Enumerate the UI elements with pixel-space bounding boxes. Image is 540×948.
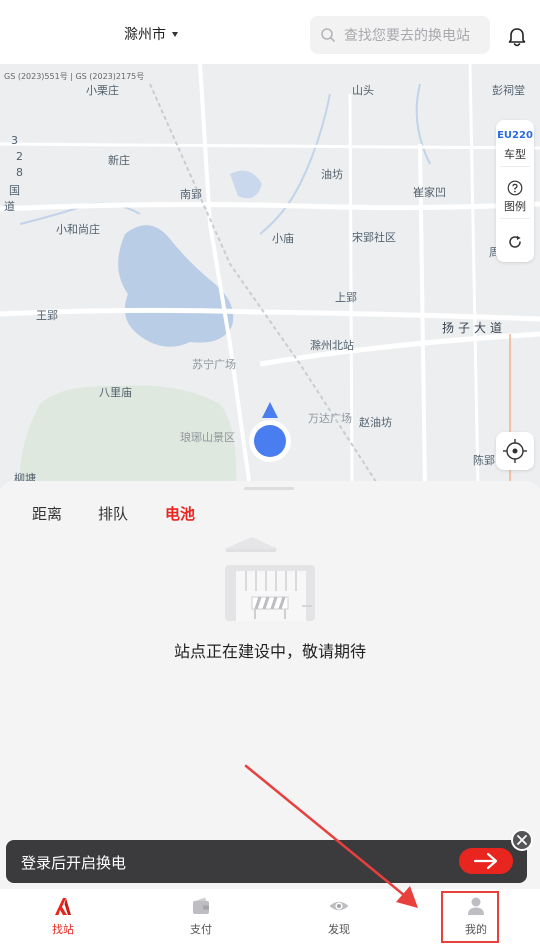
map-label: 赵油坊 [359, 416, 392, 429]
map-label: 滁州北站 [310, 339, 354, 352]
map-label: 小和尚庄 [56, 223, 100, 236]
arrow-right-icon [473, 852, 498, 870]
empty-state-text: 站点正在建设中，敬请期待 [173, 642, 366, 661]
map-label: 八里庙 [99, 386, 132, 399]
wallet-icon [193, 897, 209, 914]
map-label: 道 [4, 200, 15, 213]
nav-label: 发现 [328, 923, 350, 936]
bell-icon[interactable] [506, 26, 528, 48]
map-label: 苏宁广场 [192, 358, 236, 371]
map-label: 宋郢社区 [352, 231, 396, 244]
map-tool-panel: EU220 车型 图例 [496, 120, 534, 262]
crosshair-icon [503, 439, 527, 463]
map-canvas [0, 64, 540, 488]
nav-label: 支付 [190, 923, 212, 936]
nav-label: 找站 [52, 923, 74, 936]
map-label-road: 扬子大道 [442, 321, 507, 335]
tab-distance[interactable]: 距离 [32, 503, 62, 524]
map-label: 彭祠堂 [492, 84, 525, 97]
map-label: 小栗庄 [86, 84, 119, 97]
banner-close-button[interactable] [511, 829, 533, 851]
map-label: 2 [16, 150, 23, 163]
city-label: 滁州市 [124, 27, 166, 43]
construction-illustration [224, 537, 315, 621]
top-header: 滁州市 查找您要去的换电站 [0, 0, 540, 64]
login-banner-text: 登录后开启换电 [21, 854, 127, 872]
station-sheet: 距离 排队 电池 站点正在建设中，敬请期待 [0, 481, 540, 889]
map-credit: GS (2023)551号 | GS (2023)2175号 [4, 72, 145, 81]
map-label: 崔家凹 [413, 186, 446, 199]
map-label: 油坊 [321, 168, 343, 181]
map-label: 琅琊山景区 [180, 431, 235, 444]
drag-handle[interactable] [244, 487, 294, 490]
login-banner[interactable]: 登录后开启换电 [6, 840, 527, 883]
refresh-icon[interactable] [507, 234, 523, 250]
vehicle-model-button[interactable]: EU220 [496, 130, 534, 141]
locate-button[interactable] [496, 432, 534, 470]
login-go-button[interactable] [459, 848, 513, 874]
question-circle-icon[interactable] [507, 180, 523, 196]
divider [500, 218, 530, 219]
caret-down-icon [172, 31, 178, 37]
brand-logo-icon [55, 898, 71, 915]
map-label: 国 [9, 184, 20, 197]
nav-item-find-station[interactable]: 找站 [13, 889, 113, 948]
search-icon [321, 28, 335, 42]
map-label: 小庙 [272, 232, 294, 245]
city-selector[interactable]: 滁州市 [124, 24, 178, 44]
map-label: 王郢 [36, 309, 58, 322]
map-label: 8 [16, 166, 23, 179]
map-label: 南郢 [180, 188, 202, 201]
map-label: 万达广场 [308, 412, 352, 425]
nav-item-discover[interactable]: 发现 [289, 889, 389, 948]
tab-queue[interactable]: 排队 [98, 503, 128, 524]
map-label: 新庄 [108, 154, 130, 167]
search-placeholder: 查找您要去的换电站 [344, 28, 470, 44]
map-label: 陈郢 [473, 454, 495, 467]
map-label: 山头 [352, 84, 374, 97]
map-label: 3 [11, 134, 18, 147]
close-icon [517, 835, 527, 845]
divider [500, 166, 530, 167]
map-label: 上郢 [335, 291, 357, 304]
search-input[interactable]: 查找您要去的换电站 [310, 16, 490, 54]
eye-icon [329, 901, 349, 911]
nav-item-pay[interactable]: 支付 [151, 889, 251, 948]
vehicle-model-label: 车型 [504, 148, 526, 161]
tab-battery[interactable]: 电池 [165, 503, 195, 524]
legend-label: 图例 [504, 200, 526, 213]
map-view[interactable]: GS (2023)551号 | GS (2023)2175号 山头 彭祠堂 小栗… [0, 64, 540, 488]
highlight-box [441, 891, 499, 943]
